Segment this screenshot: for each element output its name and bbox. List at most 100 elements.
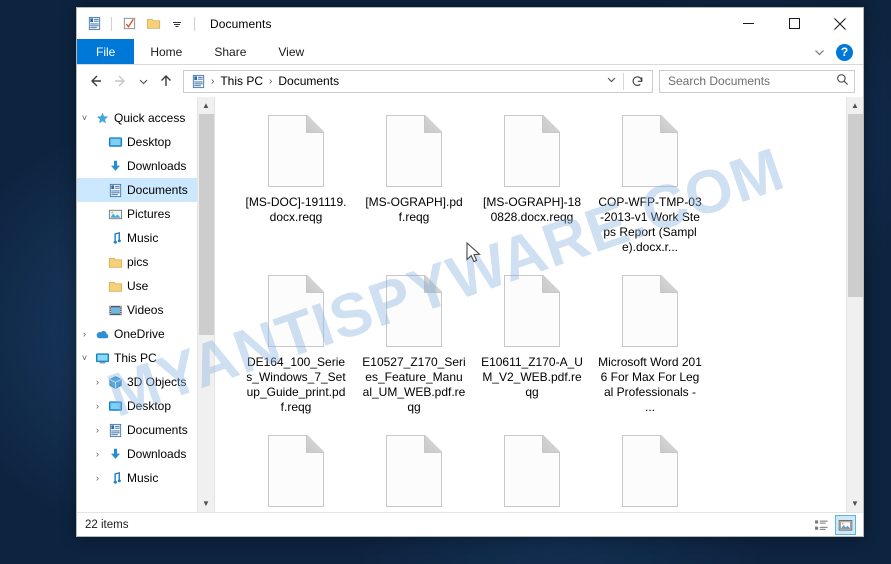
desktop-icon [105, 135, 125, 150]
scrollbar-thumb[interactable] [847, 114, 863, 297]
expander-chevron-right-icon[interactable]: › [77, 329, 92, 339]
sidebar-item-this-pc-downloads[interactable]: › Downloads [77, 442, 214, 466]
toolbar-divider [194, 16, 195, 31]
scrollbar-track[interactable] [198, 114, 215, 495]
sidebar-item-videos[interactable]: › Videos [77, 298, 214, 322]
scroll-up-arrow-icon[interactable]: ▲ [198, 97, 215, 114]
sidebar-group-quick-access[interactable]: ˅ Quick access [77, 106, 214, 130]
pictures-icon [105, 207, 125, 222]
scroll-down-arrow-icon[interactable]: ▼ [847, 495, 864, 512]
tab-share[interactable]: Share [198, 39, 262, 64]
file-item[interactable]: Microsoft Word 2016 For Max For Legal Pr… [591, 271, 709, 431]
sidebar-item-label: Pictures [127, 207, 171, 221]
file-list-pane[interactable]: [MS-DOC]-191119.docx.reqg [MS-OGRAPH].pd… [215, 97, 863, 512]
sidebar-item-use[interactable]: › Use [77, 274, 214, 298]
file-item[interactable]: DE164_100_Series_Windows_7_Setup_Guide_p… [237, 271, 355, 431]
navigation-pane-scrollbar[interactable]: ▲ ▼ [197, 97, 214, 512]
breadcrumb-separator: › [269, 75, 273, 87]
expand-ribbon-chevron-down-icon[interactable] [810, 43, 828, 61]
scrollbar-track[interactable] [847, 114, 864, 495]
sidebar-item-this-pc-documents[interactable]: › Documents [77, 418, 214, 442]
breadcrumb[interactable]: › This PC › Documents [183, 69, 653, 93]
file-item[interactable] [591, 431, 709, 512]
back-button[interactable] [83, 69, 107, 93]
expander-chevron-right-icon[interactable]: › [90, 377, 105, 387]
toolbar-divider [111, 16, 112, 31]
documents-icon[interactable] [84, 14, 104, 34]
file-item[interactable]: MNL-0875.pdf.reqg [237, 431, 355, 512]
breadcrumb-item-documents[interactable]: Documents [275, 74, 342, 88]
file-item[interactable] [473, 431, 591, 512]
sidebar-item-pics[interactable]: › pics [77, 250, 214, 274]
close-button[interactable] [817, 8, 863, 39]
title-bar: Documents [77, 8, 863, 39]
generic-file-icon [268, 115, 324, 187]
sidebar-item-pictures[interactable]: › Pictures [77, 202, 214, 226]
file-item[interactable]: COP-WFP-TMP-03-2013-v1 Work Steps Report… [591, 111, 709, 271]
sidebar-item-label: Desktop [127, 399, 172, 413]
expander-chevron-right-icon[interactable]: › [90, 473, 105, 483]
address-divider [623, 72, 624, 90]
recent-locations-chevron-down-icon[interactable] [135, 69, 152, 93]
generic-file-icon [622, 435, 678, 507]
sidebar-item-onedrive[interactable]: › OneDrive [77, 322, 214, 346]
sidebar-item-label: Documents [127, 183, 188, 197]
expander-chevron-right-icon[interactable]: › [90, 449, 105, 459]
details-view-button[interactable] [811, 515, 832, 535]
file-item[interactable]: MOAC_Word_2016_Core.pdf.reqg [355, 431, 473, 512]
sidebar-item-documents[interactable]: › [77, 178, 214, 202]
sidebar-group-this-pc[interactable]: ˅ This PC [77, 346, 214, 370]
file-list-scrollbar[interactable]: ▲ ▼ [846, 97, 863, 512]
desktop-icon [105, 399, 125, 414]
file-name: COP-WFP-TMP-03-2013-v1 Work Steps Report… [598, 195, 702, 254]
sidebar-item-this-pc-music[interactable]: › Music [77, 466, 214, 490]
ribbon-tab-bar: File Home Share View ? [77, 39, 863, 65]
sidebar-item-label: Use [127, 279, 149, 293]
file-item[interactable]: [MS-OGRAPH].pdf.reqg [355, 111, 473, 271]
tab-file[interactable]: File [77, 39, 135, 64]
quick-access-toolbar: Documents [77, 14, 272, 34]
new-folder-icon[interactable] [143, 14, 163, 34]
scroll-up-arrow-icon[interactable]: ▲ [847, 97, 864, 114]
sidebar-item-desktop[interactable]: › Desktop [77, 130, 214, 154]
expander-placeholder: › [90, 305, 105, 315]
large-icons-view-button[interactable] [835, 515, 856, 535]
sidebar-item-music[interactable]: › Music [77, 226, 214, 250]
generic-file-icon [504, 275, 560, 347]
search-input[interactable]: Search Documents [659, 69, 855, 93]
minimize-button[interactable] [725, 8, 771, 39]
address-dropdown-chevron-down-icon[interactable] [602, 74, 621, 88]
sidebar-item-this-pc-desktop[interactable]: › Desktop [77, 394, 214, 418]
tab-view[interactable]: View [262, 39, 320, 64]
expander-chevron-right-icon[interactable]: › [90, 401, 105, 411]
videos-icon [105, 303, 125, 318]
file-item[interactable]: E10527_Z170_Series_Feature_Manual_UM_WEB… [355, 271, 473, 431]
help-button[interactable]: ? [836, 43, 853, 61]
refresh-button[interactable] [626, 70, 648, 93]
documents-icon [188, 71, 208, 91]
search-icon[interactable] [836, 73, 849, 89]
generic-file-icon [386, 275, 442, 347]
generic-file-icon [622, 275, 678, 347]
customize-chevron-icon[interactable] [167, 14, 187, 34]
sidebar-item-3d-objects[interactable]: › 3D Objects [77, 370, 214, 394]
file-item[interactable]: [MS-OGRAPH]-180828.docx.reqg [473, 111, 591, 271]
tab-home[interactable]: Home [134, 39, 198, 64]
file-item[interactable]: E10611_Z170-A_UM_V2_WEB.pdf.reqg [473, 271, 591, 431]
breadcrumb-item-this-pc[interactable]: This PC [217, 74, 266, 88]
sidebar-item-downloads[interactable]: › Downloads [77, 154, 214, 178]
maximize-button[interactable] [771, 8, 817, 39]
scrollbar-thumb[interactable] [198, 114, 214, 335]
expander-chevron-right-icon[interactable]: › [90, 425, 105, 435]
window-controls [725, 8, 863, 39]
forward-button[interactable] [109, 69, 133, 93]
item-count-label: 22 items [85, 518, 129, 531]
scroll-down-arrow-icon[interactable]: ▼ [198, 495, 215, 512]
documents-icon [105, 423, 125, 438]
expander-chevron-down-icon[interactable]: ˅ [77, 113, 92, 123]
up-button[interactable] [154, 69, 178, 93]
folder-icon [105, 279, 125, 294]
properties-icon[interactable] [119, 14, 139, 34]
file-item[interactable]: [MS-DOC]-191119.docx.reqg [237, 111, 355, 271]
expander-chevron-down-icon[interactable]: ˅ [77, 353, 92, 363]
